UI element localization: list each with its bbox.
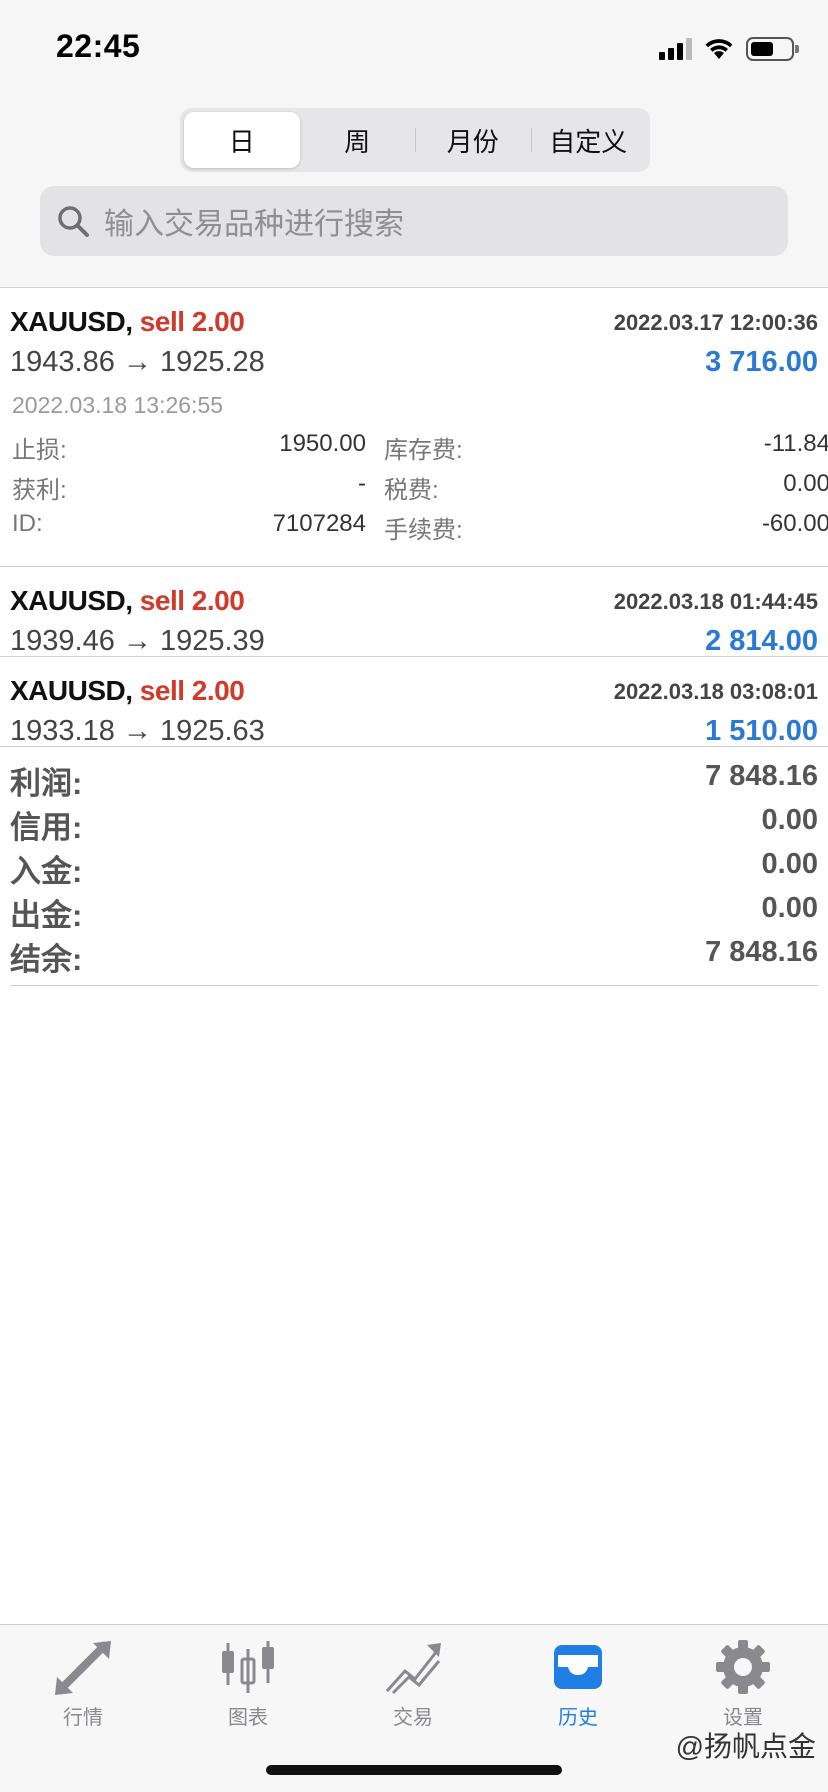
summary-value: 0.00 bbox=[761, 804, 818, 836]
tab-label: 历史 bbox=[558, 1707, 598, 1729]
tab-quotes[interactable]: 行情 bbox=[28, 1639, 138, 1749]
trade-chart-icon bbox=[385, 1643, 441, 1695]
tab-week[interactable]: 周 bbox=[300, 112, 416, 168]
summary-label: 入金: bbox=[10, 854, 83, 889]
summary-value: 7 848.16 bbox=[705, 936, 818, 968]
summary-value: 0.00 bbox=[761, 848, 818, 880]
top-area: 22:45 日 周 月份 自定义 输入交易品种进行搜索 bbox=[0, 0, 828, 288]
tab-history[interactable]: 历史 bbox=[523, 1639, 633, 1749]
deal-prices: 1933.18 → 1925.63 bbox=[10, 715, 265, 747]
cellular-signal-icon bbox=[659, 38, 692, 60]
search-icon bbox=[58, 206, 89, 237]
watermark: @扬帆点金 bbox=[675, 1731, 816, 1762]
quotes-arrows-icon bbox=[55, 1641, 111, 1695]
tab-label: 交易 bbox=[393, 1707, 433, 1729]
deal-profit: 2 814.00 bbox=[705, 625, 818, 657]
home-indicator[interactable] bbox=[266, 1765, 562, 1775]
deal-row[interactable]: XAUUSD, sell 2.00 2022.03.18 01:44:45 19… bbox=[0, 567, 828, 657]
account-summary: 利润: 7 848.16 信用: 0.00 入金: 0.00 出金: 0.00 … bbox=[10, 758, 818, 986]
id-value: 7107284 bbox=[272, 510, 366, 537]
summary-balance: 结余: 7 848.16 bbox=[10, 934, 818, 978]
deal-prices: 1943.86 → 1925.28 bbox=[10, 346, 265, 378]
deal-profit: 1 510.00 bbox=[705, 715, 818, 747]
deal-open-time: 2022.03.17 12:00:36 bbox=[613, 310, 818, 335]
tab-trade[interactable]: 交易 bbox=[358, 1639, 468, 1749]
period-segmented-control: 日 周 月份 自定义 bbox=[180, 108, 650, 172]
tab-day[interactable]: 日 bbox=[184, 112, 300, 168]
stop-loss-value: 1950.00 bbox=[279, 430, 366, 457]
swap-value: -11.84 bbox=[763, 430, 828, 457]
deal-type: sell 2.00 bbox=[139, 675, 245, 706]
summary-withdrawal: 出金: 0.00 bbox=[10, 890, 818, 934]
search-input[interactable]: 输入交易品种进行搜索 bbox=[40, 186, 788, 256]
status-icons bbox=[659, 36, 799, 62]
gear-icon bbox=[716, 1640, 770, 1694]
tab-label: 图表 bbox=[228, 1707, 268, 1729]
summary-label: 结余: bbox=[10, 942, 83, 977]
deal-row[interactable]: XAUUSD, sell 2.00 2022.03.18 03:08:01 19… bbox=[0, 657, 828, 747]
summary-deposit: 入金: 0.00 bbox=[10, 846, 818, 890]
tab-charts[interactable]: 图表 bbox=[193, 1639, 303, 1749]
summary-value: 7 848.16 bbox=[705, 760, 818, 792]
summary-label: 利润: bbox=[10, 766, 83, 801]
tab-month[interactable]: 月份 bbox=[415, 112, 531, 168]
summary-credit: 信用: 0.00 bbox=[10, 802, 818, 846]
summary-value: 0.00 bbox=[761, 892, 818, 924]
deal-symbol: XAUUSD, sell 2.00 bbox=[10, 306, 245, 337]
deal-prices: 1939.46 → 1925.39 bbox=[10, 625, 265, 657]
deal-close-time: 2022.03.18 13:26:55 bbox=[12, 392, 224, 418]
tab-custom[interactable]: 自定义 bbox=[530, 112, 647, 168]
deal-open-time: 2022.03.18 03:08:01 bbox=[613, 679, 818, 704]
deal-symbol: XAUUSD, sell 2.00 bbox=[10, 675, 245, 706]
summary-profit: 利润: 7 848.16 bbox=[10, 758, 818, 802]
tab-label: 行情 bbox=[63, 1707, 103, 1729]
wifi-icon bbox=[705, 39, 733, 59]
battery-icon bbox=[746, 37, 799, 61]
deal-type: sell 2.00 bbox=[139, 306, 245, 337]
search-placeholder: 输入交易品种进行搜索 bbox=[104, 208, 404, 241]
summary-label: 信用: bbox=[10, 810, 83, 845]
commission-value: -60.00 bbox=[761, 510, 828, 537]
taxes-value: 0.00 bbox=[783, 470, 828, 497]
deal-details: 止损: 1950.00 库存费: -11.84 获利: - 税费: 0.00 I… bbox=[12, 430, 828, 550]
deal-open-time: 2022.03.18 01:44:45 bbox=[613, 589, 818, 614]
candlestick-chart-icon bbox=[222, 1641, 274, 1693]
status-time: 22:45 bbox=[56, 28, 141, 64]
history-inbox-icon bbox=[554, 1645, 602, 1689]
take-profit-value: - bbox=[358, 470, 366, 497]
summary-label: 出金: bbox=[10, 898, 83, 933]
deal-symbol: XAUUSD, sell 2.00 bbox=[10, 585, 245, 616]
deal-type: sell 2.00 bbox=[139, 585, 245, 616]
deal-profit: 3 716.00 bbox=[705, 346, 818, 378]
